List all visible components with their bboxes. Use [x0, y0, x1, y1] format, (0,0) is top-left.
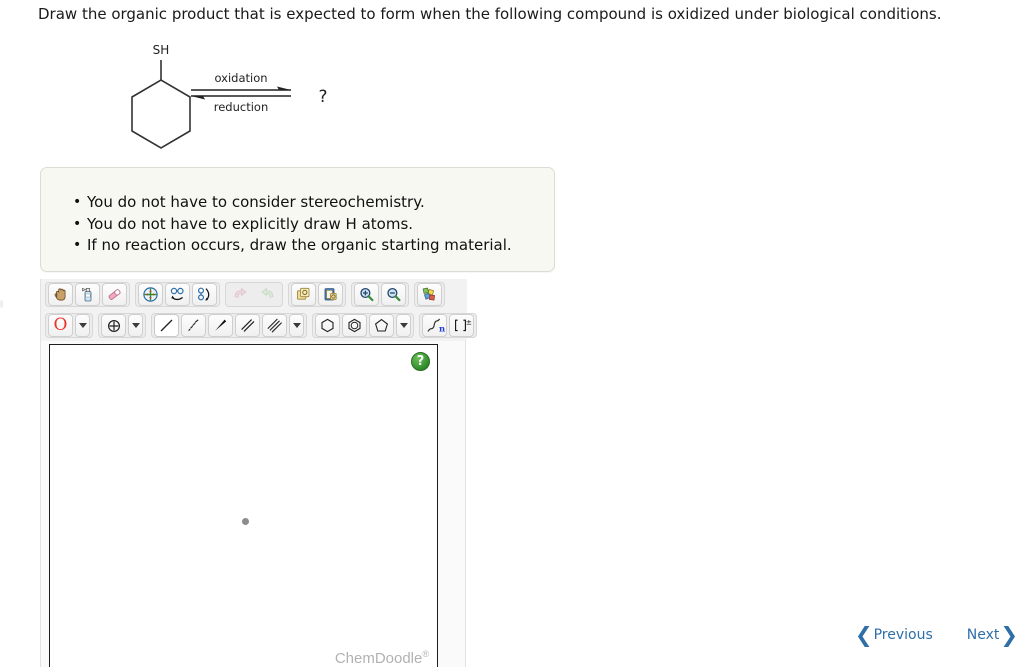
chevron-down-icon: [399, 323, 408, 328]
toolbar-group-transform: [135, 282, 220, 307]
polymer-n-icon: n: [426, 318, 445, 334]
triple-bond-icon: [267, 318, 282, 333]
next-button[interactable]: Next ❯: [966, 623, 1018, 647]
instructions-list: You do not have to consider stereochemis…: [41, 168, 554, 257]
atom-label-dropdown[interactable]: [75, 314, 90, 337]
bracket-charge-tool[interactable]: ±: [449, 314, 474, 337]
solid-wedge-bond-tool[interactable]: [208, 314, 233, 337]
hashed-wedge-bond-icon: [188, 319, 199, 331]
reactant-sh-label: SH: [153, 43, 170, 57]
double-bond-tool[interactable]: [235, 314, 260, 337]
bracket-charge-icon: ±: [454, 317, 472, 332]
toolbar-group-bonds: [151, 313, 307, 338]
bond-dropdown[interactable]: [289, 314, 304, 337]
chemdoodle-watermark: ChemDoodle®: [335, 649, 429, 667]
list-item: You do not have to consider stereochemis…: [73, 192, 554, 214]
canvas-center-dot: [242, 518, 249, 525]
toolbar-row-1: [41, 279, 467, 310]
page-root: Draw the organic product that is expecte…: [0, 0, 1024, 667]
reaction-scheme: SH oxidation reduction ?: [95, 32, 515, 157]
chevron-down-icon: [131, 323, 140, 328]
flip-horizontal-icon[interactable]: [165, 283, 190, 306]
svg-text:n: n: [439, 324, 445, 334]
paste-icon[interactable]: [318, 283, 343, 306]
chevron-right-icon: ❯: [1000, 623, 1018, 647]
solid-wedge-bond-icon: [215, 319, 227, 331]
plus-circle-icon: [107, 319, 120, 332]
zoom-in-icon[interactable]: [354, 283, 379, 306]
pentagon-icon: [374, 318, 389, 332]
navigation-bar: ❮ Previous Next ❯: [854, 623, 1018, 647]
toolbar-group-history: [225, 282, 283, 307]
instructions-box: You do not have to consider stereochemis…: [40, 167, 555, 272]
hexagon-icon: [321, 318, 334, 333]
toolbar-group-palette: [414, 282, 445, 307]
flip-vertical-icon[interactable]: [192, 283, 217, 306]
hashed-wedge-bond-tool[interactable]: [181, 314, 206, 337]
sketcher-toolbar: O n ±: [41, 279, 477, 341]
toolbar-row-2: O n ±: [41, 310, 477, 341]
chevron-down-icon: [78, 323, 87, 328]
clear-spray-icon[interactable]: [75, 283, 100, 306]
single-bond-tool[interactable]: [154, 314, 179, 337]
undo-icon[interactable]: [228, 283, 253, 306]
single-bond-icon: [160, 319, 173, 332]
product-question-mark: ?: [318, 87, 327, 107]
ring-dropdown[interactable]: [396, 314, 411, 337]
arrow-top-label: oxidation: [214, 71, 267, 85]
repeat-unit-tool[interactable]: n: [422, 314, 447, 337]
cyclopentane-ring-tool[interactable]: [369, 314, 394, 337]
toolbar-group-advanced: n ±: [419, 313, 477, 338]
arrow-bottom-label: reduction: [214, 100, 269, 114]
charge-dropdown[interactable]: [128, 314, 143, 337]
cyclohexane-ring-tool[interactable]: [315, 314, 340, 337]
chemdoodle-sketcher: O n ± ? ChemDoodle®: [40, 279, 477, 667]
chevron-left-icon: ❮: [854, 623, 873, 647]
charge-button[interactable]: [101, 314, 126, 337]
copy-icon[interactable]: [291, 283, 316, 306]
pan-hand-icon[interactable]: [48, 283, 73, 306]
previous-label: Previous: [873, 627, 933, 643]
next-label: Next: [966, 627, 1000, 643]
benzene-icon: [348, 318, 361, 333]
toolbar-group-edit: [45, 282, 130, 307]
eraser-icon[interactable]: [102, 283, 127, 306]
elements-palette-icon[interactable]: [417, 283, 442, 306]
redo-icon[interactable]: [255, 283, 280, 306]
watermark-text: ChemDoodle: [334, 650, 423, 667]
drawing-canvas[interactable]: ? ChemDoodle®: [49, 344, 438, 667]
previous-button[interactable]: ❮ Previous: [854, 623, 933, 647]
toolbar-group-zoom: [351, 282, 409, 307]
svg-text:±: ±: [465, 317, 471, 326]
list-item: If no reaction occurs, draw the organic …: [73, 235, 554, 257]
help-button[interactable]: ?: [411, 352, 430, 371]
list-item: You do not have to explicitly draw H ato…: [73, 214, 554, 236]
toolbar-group-clipboard: [288, 282, 346, 307]
atom-label-oxygen-text: O: [53, 315, 68, 335]
double-bond-icon: [241, 319, 255, 332]
benzene-ring-tool[interactable]: [342, 314, 367, 337]
left-edge-artifact: [0, 300, 3, 308]
triple-bond-tool[interactable]: [262, 314, 287, 337]
center-target-icon[interactable]: [138, 283, 163, 306]
watermark-registered-mark: ®: [422, 649, 429, 659]
chevron-down-icon: [292, 323, 301, 328]
toolbar-group-atoms: O: [45, 313, 93, 338]
question-prompt: Draw the organic product that is expecte…: [38, 5, 942, 23]
atom-label-oxygen-button[interactable]: O: [48, 314, 73, 337]
zoom-out-icon[interactable]: [381, 283, 406, 306]
toolbar-group-rings: [312, 313, 414, 338]
toolbar-group-charge: [98, 313, 146, 338]
